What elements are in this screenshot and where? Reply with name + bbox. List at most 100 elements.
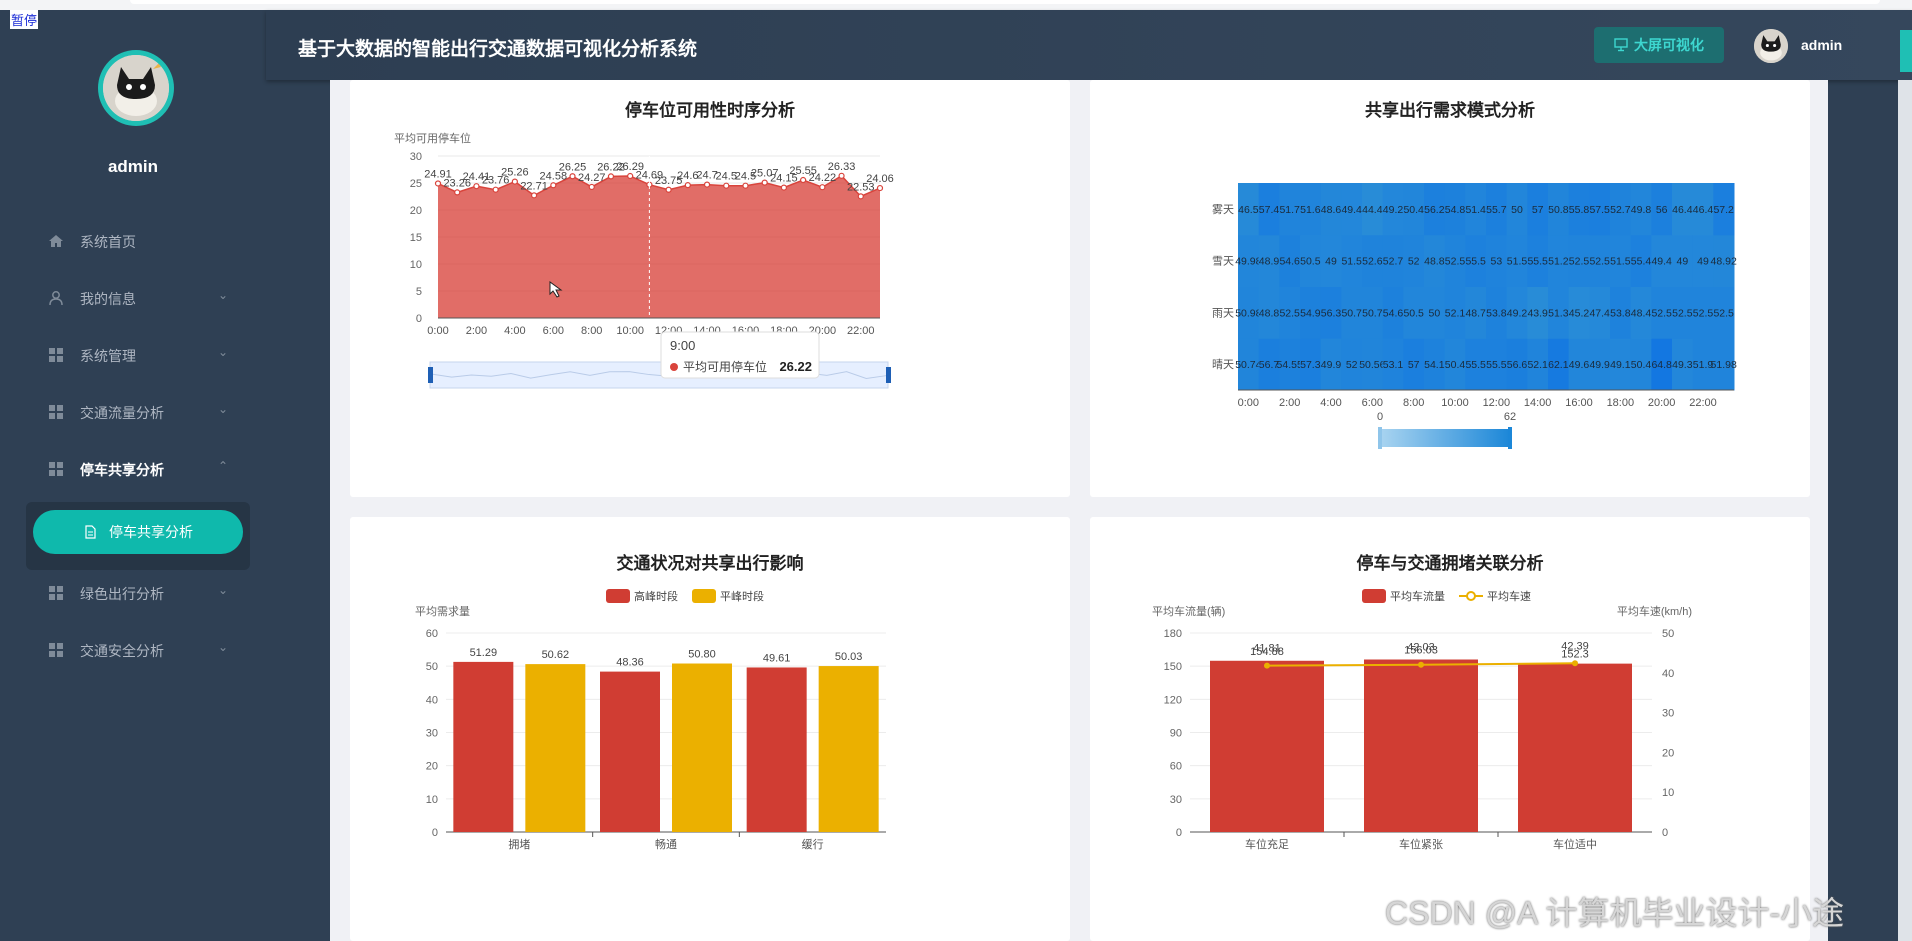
bigscreen-label: 大屏可视化: [1634, 37, 1704, 53]
sidebar-submenu: 停车共享分析: [26, 502, 250, 570]
heatmap-cell-label: 55.5: [1465, 256, 1486, 268]
heatmap-cell-label: 50.74: [1235, 359, 1261, 371]
sidebar-item-my-info[interactable]: 我的信息 ⌄: [0, 278, 266, 318]
y-tick-label: 20: [426, 761, 438, 773]
heatmap-cell-label: 53.1: [1383, 359, 1404, 371]
x-tick-label: 缓行: [802, 838, 824, 851]
tooltip-value: 26.22: [779, 359, 812, 374]
data-label: 26.33: [828, 161, 856, 173]
header-avatar[interactable]: [1754, 29, 1788, 63]
heatmap-cell-label: 64.8: [1651, 359, 1672, 371]
heatmap-cell-label: 52.5: [1693, 307, 1714, 319]
heatmap-cell-label: 49.2: [1383, 204, 1404, 216]
heatmap-cell-label: 48.4: [1631, 307, 1652, 319]
legend-swatch-marker: [1466, 591, 1476, 601]
sidebar-item-system-management[interactable]: 系统管理 ⌄: [0, 335, 266, 375]
line-point: [1264, 662, 1270, 669]
heatmap-cell-label: 52.6: [1362, 256, 1383, 268]
x-tick-label: 8:00: [581, 325, 602, 337]
zoom-handle-left: [428, 367, 433, 383]
visualmap-min: 0: [1377, 411, 1383, 423]
heatmap-cell-label: 48.92: [1711, 256, 1737, 268]
sidebar-item-label: 停车共享分析: [80, 462, 164, 478]
sidebar: admin 系统首页 我的信息 ⌄ 系统管理 ⌄ 交通流量分析 ⌄ 停车共享分析…: [0, 10, 266, 941]
page-scrollbar[interactable]: [1898, 80, 1912, 941]
bar-value-label: 49.61: [763, 652, 791, 664]
x-tick-label: 车位充足: [1245, 837, 1289, 851]
sidebar-item-label: 交通流量分析: [80, 405, 164, 421]
x-tick-label: 20:00: [1648, 397, 1676, 409]
data-point: [780, 184, 788, 191]
parking-availability-chart[interactable]: 平均可用停车位05101520253024.9123.2624.4123.762…: [350, 80, 1070, 497]
heatmap-cell-label: 53.8: [1610, 307, 1631, 319]
sidebar-item-traffic-flow[interactable]: 交通流量分析 ⌄: [0, 392, 266, 432]
sidebar-item-traffic-safety[interactable]: 交通安全分析 ⌄: [0, 630, 266, 670]
sidebar-item-label: 绿色出行分析: [80, 586, 164, 602]
bar: [1518, 663, 1632, 832]
line-value-label: 42.03: [1407, 642, 1435, 654]
data-label: 24.22: [809, 172, 837, 184]
data-label: 24.7: [696, 170, 717, 182]
x-tick-label: 车位紧张: [1399, 837, 1443, 851]
main-content: 停车位可用性时序分析 平均可用停车位 0 5 10 15 20 25 30 24.91 23.26…: [330, 80, 1828, 941]
data-point: [569, 173, 576, 180]
x-tick-label: 22:00: [847, 325, 875, 337]
grid-icon: [49, 586, 63, 600]
y-tick-label: 30: [410, 151, 422, 163]
pause-label[interactable]: 暂停: [10, 10, 39, 29]
sidebar-item-label: 我的信息: [80, 291, 136, 307]
heatmap-cell-label: 54.8: [1445, 204, 1466, 216]
sidebar-item-home[interactable]: 系统首页: [0, 221, 266, 261]
heatmap-cell-label: 51.5: [1341, 256, 1362, 268]
x-tick-label: 4:00: [1320, 397, 1341, 409]
data-point: [627, 172, 634, 180]
heatmap-cell-label: 56: [1656, 204, 1668, 216]
x-tick-label: 畅通: [655, 837, 677, 851]
x-tick-label: 4:00: [504, 325, 525, 337]
heatmap-cell-label: 51.6: [1300, 204, 1321, 216]
heatmap-cell-label: 51.3: [1548, 307, 1569, 319]
traffic-impact-card: 交通状况对共享出行影响 高峰时段 平峰时段 平均需求量 0 10 20 30 40 50 60 51…: [350, 517, 1070, 941]
legend-label: 平均车流量: [1390, 589, 1445, 603]
heatmap-cell-label: 57.5: [1589, 204, 1610, 216]
sidebar-item-label: 交通安全分析: [80, 643, 164, 659]
data-point: [434, 180, 442, 187]
heatmap-cell-label: 55.5: [1486, 359, 1507, 371]
y-tick-label: 60: [1170, 761, 1182, 773]
x-tick-label: 14:00: [1524, 397, 1552, 409]
heatmap-cell-label: 55.5: [1527, 256, 1548, 268]
header-username[interactable]: admin: [1801, 37, 1842, 53]
heatmap-cell-label: 47.4: [1589, 307, 1610, 319]
heatmap-cell-label: 43.9: [1527, 307, 1548, 319]
heatmap-cell-label: 54.6: [1383, 307, 1404, 319]
y-tick-label-right: 0: [1662, 827, 1668, 839]
heatmap-cell-label: 54.1: [1424, 359, 1445, 371]
x-tick-label: 10:00: [1441, 397, 1469, 409]
y-tick-label: 150: [1164, 661, 1182, 673]
heatmap-cell-label: 49.4: [1651, 256, 1672, 268]
heatmap-cell-label: 50.4: [1445, 359, 1466, 371]
sidebar-item-parking-sharing[interactable]: 停车共享分析 ⌃: [0, 449, 266, 489]
y-tick-label: 30: [426, 728, 438, 740]
sidebar-item-label: 系统管理: [80, 348, 136, 364]
shared-demand-heatmap[interactable]: 50.7456.754.5557.3 49.9 52 50.5653.1 57 54.1 5…: [1090, 80, 1810, 497]
sidebar-avatar[interactable]: [98, 50, 174, 126]
data-point: [838, 172, 845, 179]
traffic-impact-chart[interactable]: 高峰时段 平峰时段平均需求量 0 10 20 30 40 50 60 51.29 50.62 拥堵 48…: [350, 517, 1070, 941]
tooltip-time: 9:00: [670, 338, 695, 353]
data-point: [857, 193, 864, 200]
sidebar-item-green-travel[interactable]: 绿色出行分析 ⌄: [0, 573, 266, 613]
heatmap-cell-label: 44.4: [1362, 204, 1383, 216]
bigscreen-button[interactable]: 大屏可视化: [1594, 27, 1724, 63]
sidebar-item-label: 系统首页: [80, 234, 136, 250]
x-tick-label: 16:00: [1565, 397, 1593, 409]
sidebar-subitem-parking-sharing[interactable]: 停车共享分析: [33, 510, 243, 554]
chevron-down-icon: ⌄: [218, 288, 229, 302]
data-point: [607, 173, 615, 180]
heatmap-cell-label: 48.8: [1259, 307, 1280, 319]
heatmap-cell-label: 49: [1325, 256, 1337, 268]
y-tick-label: 15: [410, 232, 422, 244]
parking-congestion-chart[interactable]: 平均车流量 平均车速平均车流量(辆) 0 30 60 90 120 150 180 平均车速(km…: [1090, 517, 1810, 941]
heatmap-cell-label: 49.6: [1569, 359, 1590, 371]
tooltip: 9:00 平均可用停车位 26.22: [660, 331, 820, 379]
